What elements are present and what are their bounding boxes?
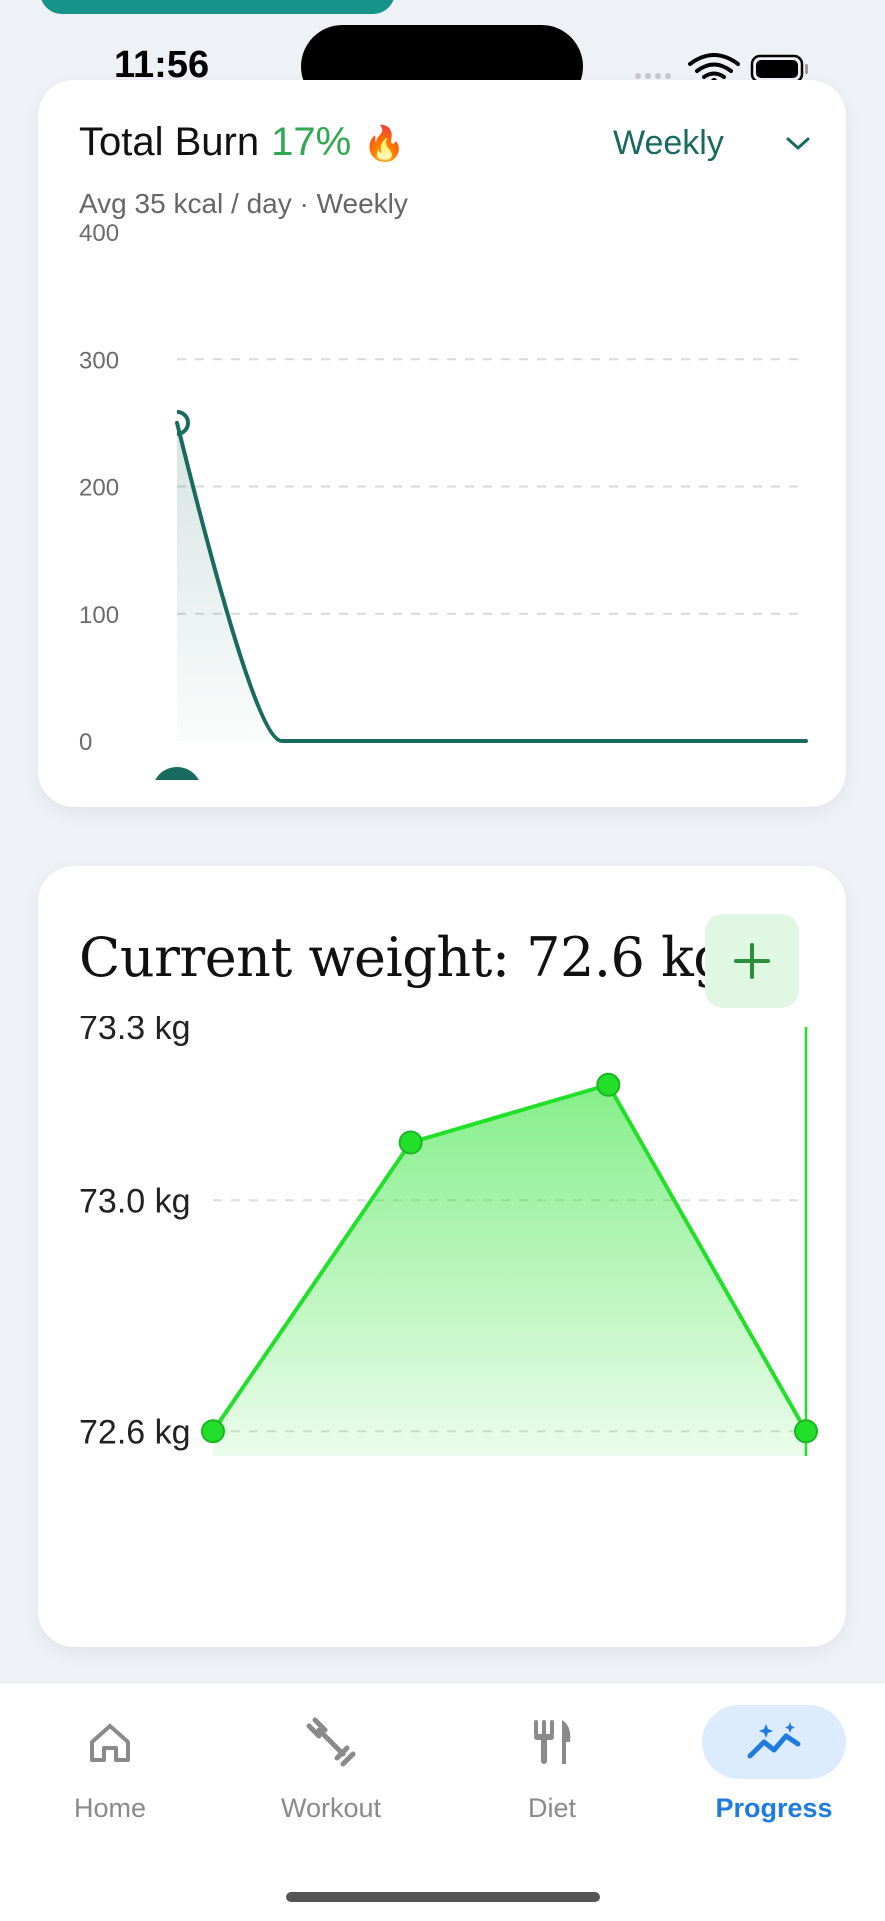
nav-item-workout[interactable]: Workout (231, 1705, 431, 1825)
dumbbell-icon (306, 1717, 356, 1767)
plus-icon (734, 943, 770, 979)
battery-icon (750, 54, 808, 84)
total-burn-card: Total Burn 17% 🔥 Weekly Avg 35 kcal / day … (38, 80, 846, 807)
weight-point (398, 1130, 423, 1155)
y-tick-label: 72.6 kg (79, 1413, 191, 1451)
weight-chart: 73.3 kg73.0 kg72.6 kg72.5 kg17/0517/05 (79, 1016, 818, 1456)
weight-point (794, 1419, 818, 1444)
y-tick-label: 0 (79, 729, 92, 756)
burn-line (175, 420, 808, 743)
home-icon (90, 1724, 130, 1762)
burn-title-text: Total Burn (79, 120, 260, 164)
y-tick-label: 100 (79, 602, 119, 629)
nav-icon-wrap (259, 1705, 403, 1779)
period-label: Weekly (613, 124, 724, 162)
nav-label-home: Home (73, 1793, 147, 1823)
nav-icon-wrap (702, 1705, 846, 1779)
nav-label-progress: Progress (715, 1793, 833, 1823)
weight-point (201, 1419, 225, 1444)
nav-label-diet: Diet (527, 1793, 576, 1823)
y-tick-label: 300 (79, 347, 119, 374)
period-dropdown[interactable]: Weekly (613, 120, 813, 176)
home-indicator (286, 1892, 600, 1902)
burn-percent: 17% (271, 120, 352, 164)
top-banner-pill (40, 0, 395, 14)
y-tick-label: 200 (79, 475, 119, 502)
y-tick-label: 73.0 kg (79, 1182, 191, 1220)
nav-item-progress[interactable]: Progress (674, 1705, 874, 1825)
y-tick-label: 400 (79, 220, 119, 247)
burn-chart: 4003002001000SMTWTFS (79, 220, 808, 780)
burn-title: Total Burn 17% 🔥 (79, 120, 406, 165)
nav-label-workout: Workout (280, 1793, 382, 1823)
bottom-navigation: Home Workout Diet Progress (0, 1682, 885, 1921)
weight-card: Current weight: 72.6 kg 73.3 kg 73.0 kg 72… (38, 866, 846, 1647)
burn-subtitle: Avg 35 kcal / day · Weekly (79, 188, 408, 219)
selected-day-pill (155, 767, 199, 780)
flame-icon: 🔥 (363, 125, 406, 163)
fork-knife-icon (534, 1720, 571, 1764)
progress-chart-icon (747, 1722, 801, 1759)
burn-area (177, 422, 806, 741)
nav-item-home[interactable]: Home (10, 1705, 210, 1825)
weight-area (213, 1084, 806, 1456)
add-weight-button[interactable] (705, 914, 799, 1008)
wifi-icon (688, 53, 740, 79)
nav-icon-wrap (38, 1705, 182, 1779)
nav-item-diet[interactable]: Diet (452, 1705, 652, 1825)
nav-icon-wrap (480, 1705, 624, 1779)
y-tick-label: 73.3 kg (79, 1016, 191, 1047)
weight-title: Current weight: 72.6 kg (79, 926, 728, 989)
weight-point (596, 1072, 621, 1097)
signal-icon (635, 73, 671, 79)
chevron-down-icon (786, 137, 810, 150)
